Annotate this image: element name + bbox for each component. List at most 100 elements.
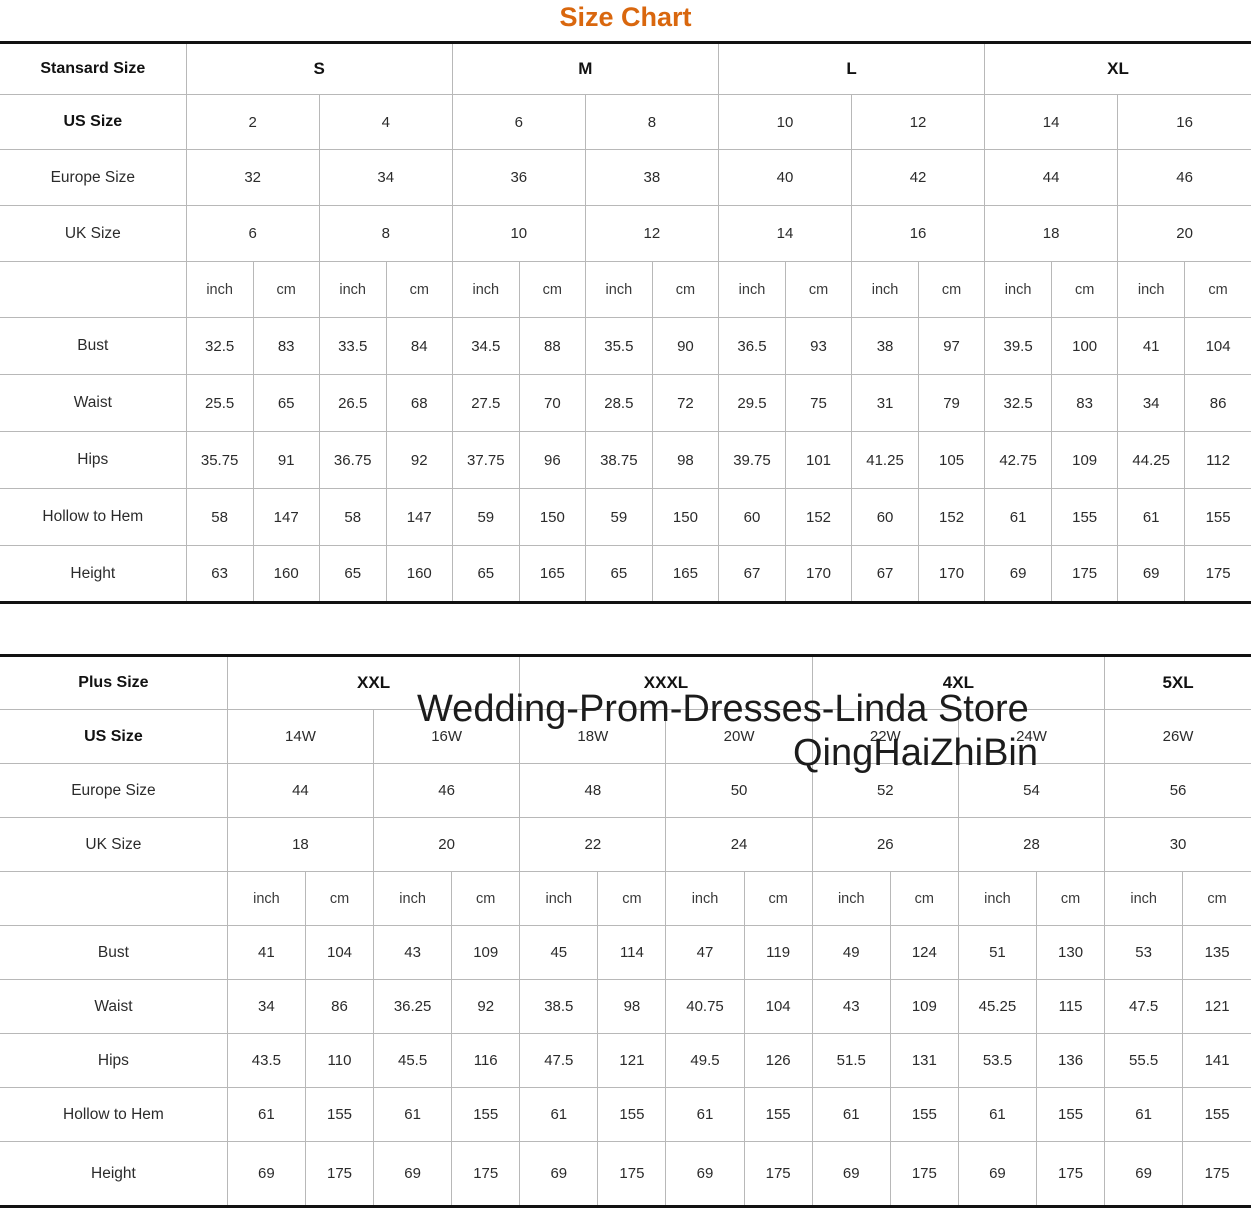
standard-size-corner-label: Stansard Size [0,42,187,95]
measure-value: 45.25 [957,979,1038,1034]
table-row: Height 69 175 69 175 69 175 69 175 69 175 69 175 69 17… [0,1141,1251,1207]
standard-size-table: Stansard Size S M L XL US Size 2 4 6 8 10 12 14 16 Eur… [0,41,1251,604]
measure-value: 38.5 [519,979,599,1034]
measure-value: 91 [252,431,320,489]
measure-value: 98 [597,979,667,1034]
size-value: 48 [519,763,667,818]
unit-header-cm: cm [385,261,453,318]
table-row: Plus Size XXL XXXL 4XL 5XL [0,655,1251,710]
table-row: Waist 34 86 36.25 92 38.5 98 40.75 104 43 109 45.25… [0,979,1251,1034]
measure-value: 47.5 [1104,979,1184,1034]
measure-value: 131 [889,1033,959,1088]
measure-value: 43.5 [226,1033,306,1088]
measure-value: 69 [1117,545,1186,603]
size-value: 18 [984,205,1119,262]
measure-value: 41.25 [851,431,920,489]
measure-value: 42.75 [984,431,1053,489]
size-value: 44 [226,763,375,818]
size-value: 42 [851,149,986,206]
size-value: 10 [717,94,853,150]
unit-header-cm: cm [1184,261,1251,318]
measure-value: 160 [385,545,453,603]
table-row: Stansard Size S M L XL [0,42,1251,95]
measure-value: 26.5 [318,374,387,432]
measure-value: 155 [1035,1087,1106,1142]
size-value: 8 [318,205,453,262]
measure-value: 119 [743,925,813,980]
measure-value: 35.5 [584,317,653,375]
row-label-waist: Waist [0,979,228,1034]
measure-value: 96 [518,431,586,489]
size-value: 34 [318,149,453,206]
measure-value: 39.75 [717,431,786,489]
measure-value: 49.5 [665,1033,745,1088]
unit-row-blank [0,261,187,318]
unit-header-inch: inch [811,871,891,926]
unit-header-cm: cm [252,261,320,318]
row-label-hollow-to-hem: Hollow to Hem [0,1087,228,1142]
measure-value: 121 [1182,979,1251,1034]
table-row: UK Size 6 8 10 12 14 16 18 20 [0,205,1251,262]
measure-value: 61 [1117,488,1186,546]
size-value: 2 [185,94,320,150]
unit-header-inch: inch [185,261,254,318]
page-title: Size Chart [559,2,692,32]
measure-value: 65 [584,545,653,603]
measure-value: 58 [185,488,254,546]
unit-header-inch: inch [1117,261,1186,318]
table-row: Bust 41 104 43 109 45 114 47 119 49 124 51 130 53 135 [0,925,1251,980]
measure-value: 61 [226,1087,306,1142]
size-value: 12 [584,205,719,262]
size-value: 24W [957,709,1106,764]
measure-value: 49 [811,925,891,980]
measure-value: 51 [957,925,1038,980]
measure-value: 36.75 [318,431,387,489]
table-row: UK Size 18 20 22 24 26 28 30 [0,817,1251,872]
group-header-m: M [451,42,719,95]
measure-value: 60 [717,488,786,546]
measure-value: 114 [597,925,667,980]
measure-value: 104 [304,925,375,980]
unit-header-cm: cm [304,871,375,926]
measure-value: 112 [1184,431,1251,489]
size-value: 54 [957,763,1106,818]
measure-value: 34.5 [451,317,520,375]
measure-value: 175 [597,1141,667,1207]
measure-value: 43 [811,979,891,1034]
measure-value: 170 [784,545,853,603]
row-label-height: Height [0,545,187,603]
measure-value: 175 [1184,545,1251,603]
measure-value: 61 [957,1087,1038,1142]
measure-value: 61 [1104,1087,1184,1142]
table-row: inch cm inch cm inch cm inch cm inch cm inch cm inch… [0,261,1251,318]
measure-value: 155 [304,1087,375,1142]
size-value: 56 [1104,763,1251,818]
plus-size-table: Plus Size XXL XXXL 4XL 5XL US Size 14W 16W 18W 20… [0,654,1251,1208]
measure-value: 175 [1182,1141,1251,1207]
unit-header-cm: cm [1051,261,1119,318]
measure-value: 121 [597,1033,667,1088]
unit-header-inch: inch [226,871,306,926]
measure-value: 43 [373,925,453,980]
measure-value: 51.5 [811,1033,891,1088]
size-value: 28 [957,817,1106,872]
row-label-hollow-to-hem: Hollow to Hem [0,488,187,546]
measure-value: 27.5 [451,374,520,432]
size-value: 26 [811,817,959,872]
size-value: 24 [665,817,813,872]
measure-value: 69 [957,1141,1038,1207]
unit-header-cm: cm [651,261,719,318]
measure-value: 38.75 [584,431,653,489]
size-value: 16 [851,205,986,262]
measure-value: 25.5 [185,374,254,432]
unit-header-inch: inch [984,261,1053,318]
measure-value: 115 [1035,979,1106,1034]
measure-value: 170 [918,545,986,603]
measure-value: 155 [1184,488,1251,546]
measure-value: 69 [226,1141,306,1207]
measure-value: 165 [518,545,586,603]
table-row: Europe Size 44 46 48 50 52 54 56 [0,763,1251,818]
measure-value: 28.5 [584,374,653,432]
unit-header-cm: cm [1182,871,1251,926]
measure-value: 45.5 [373,1033,453,1088]
